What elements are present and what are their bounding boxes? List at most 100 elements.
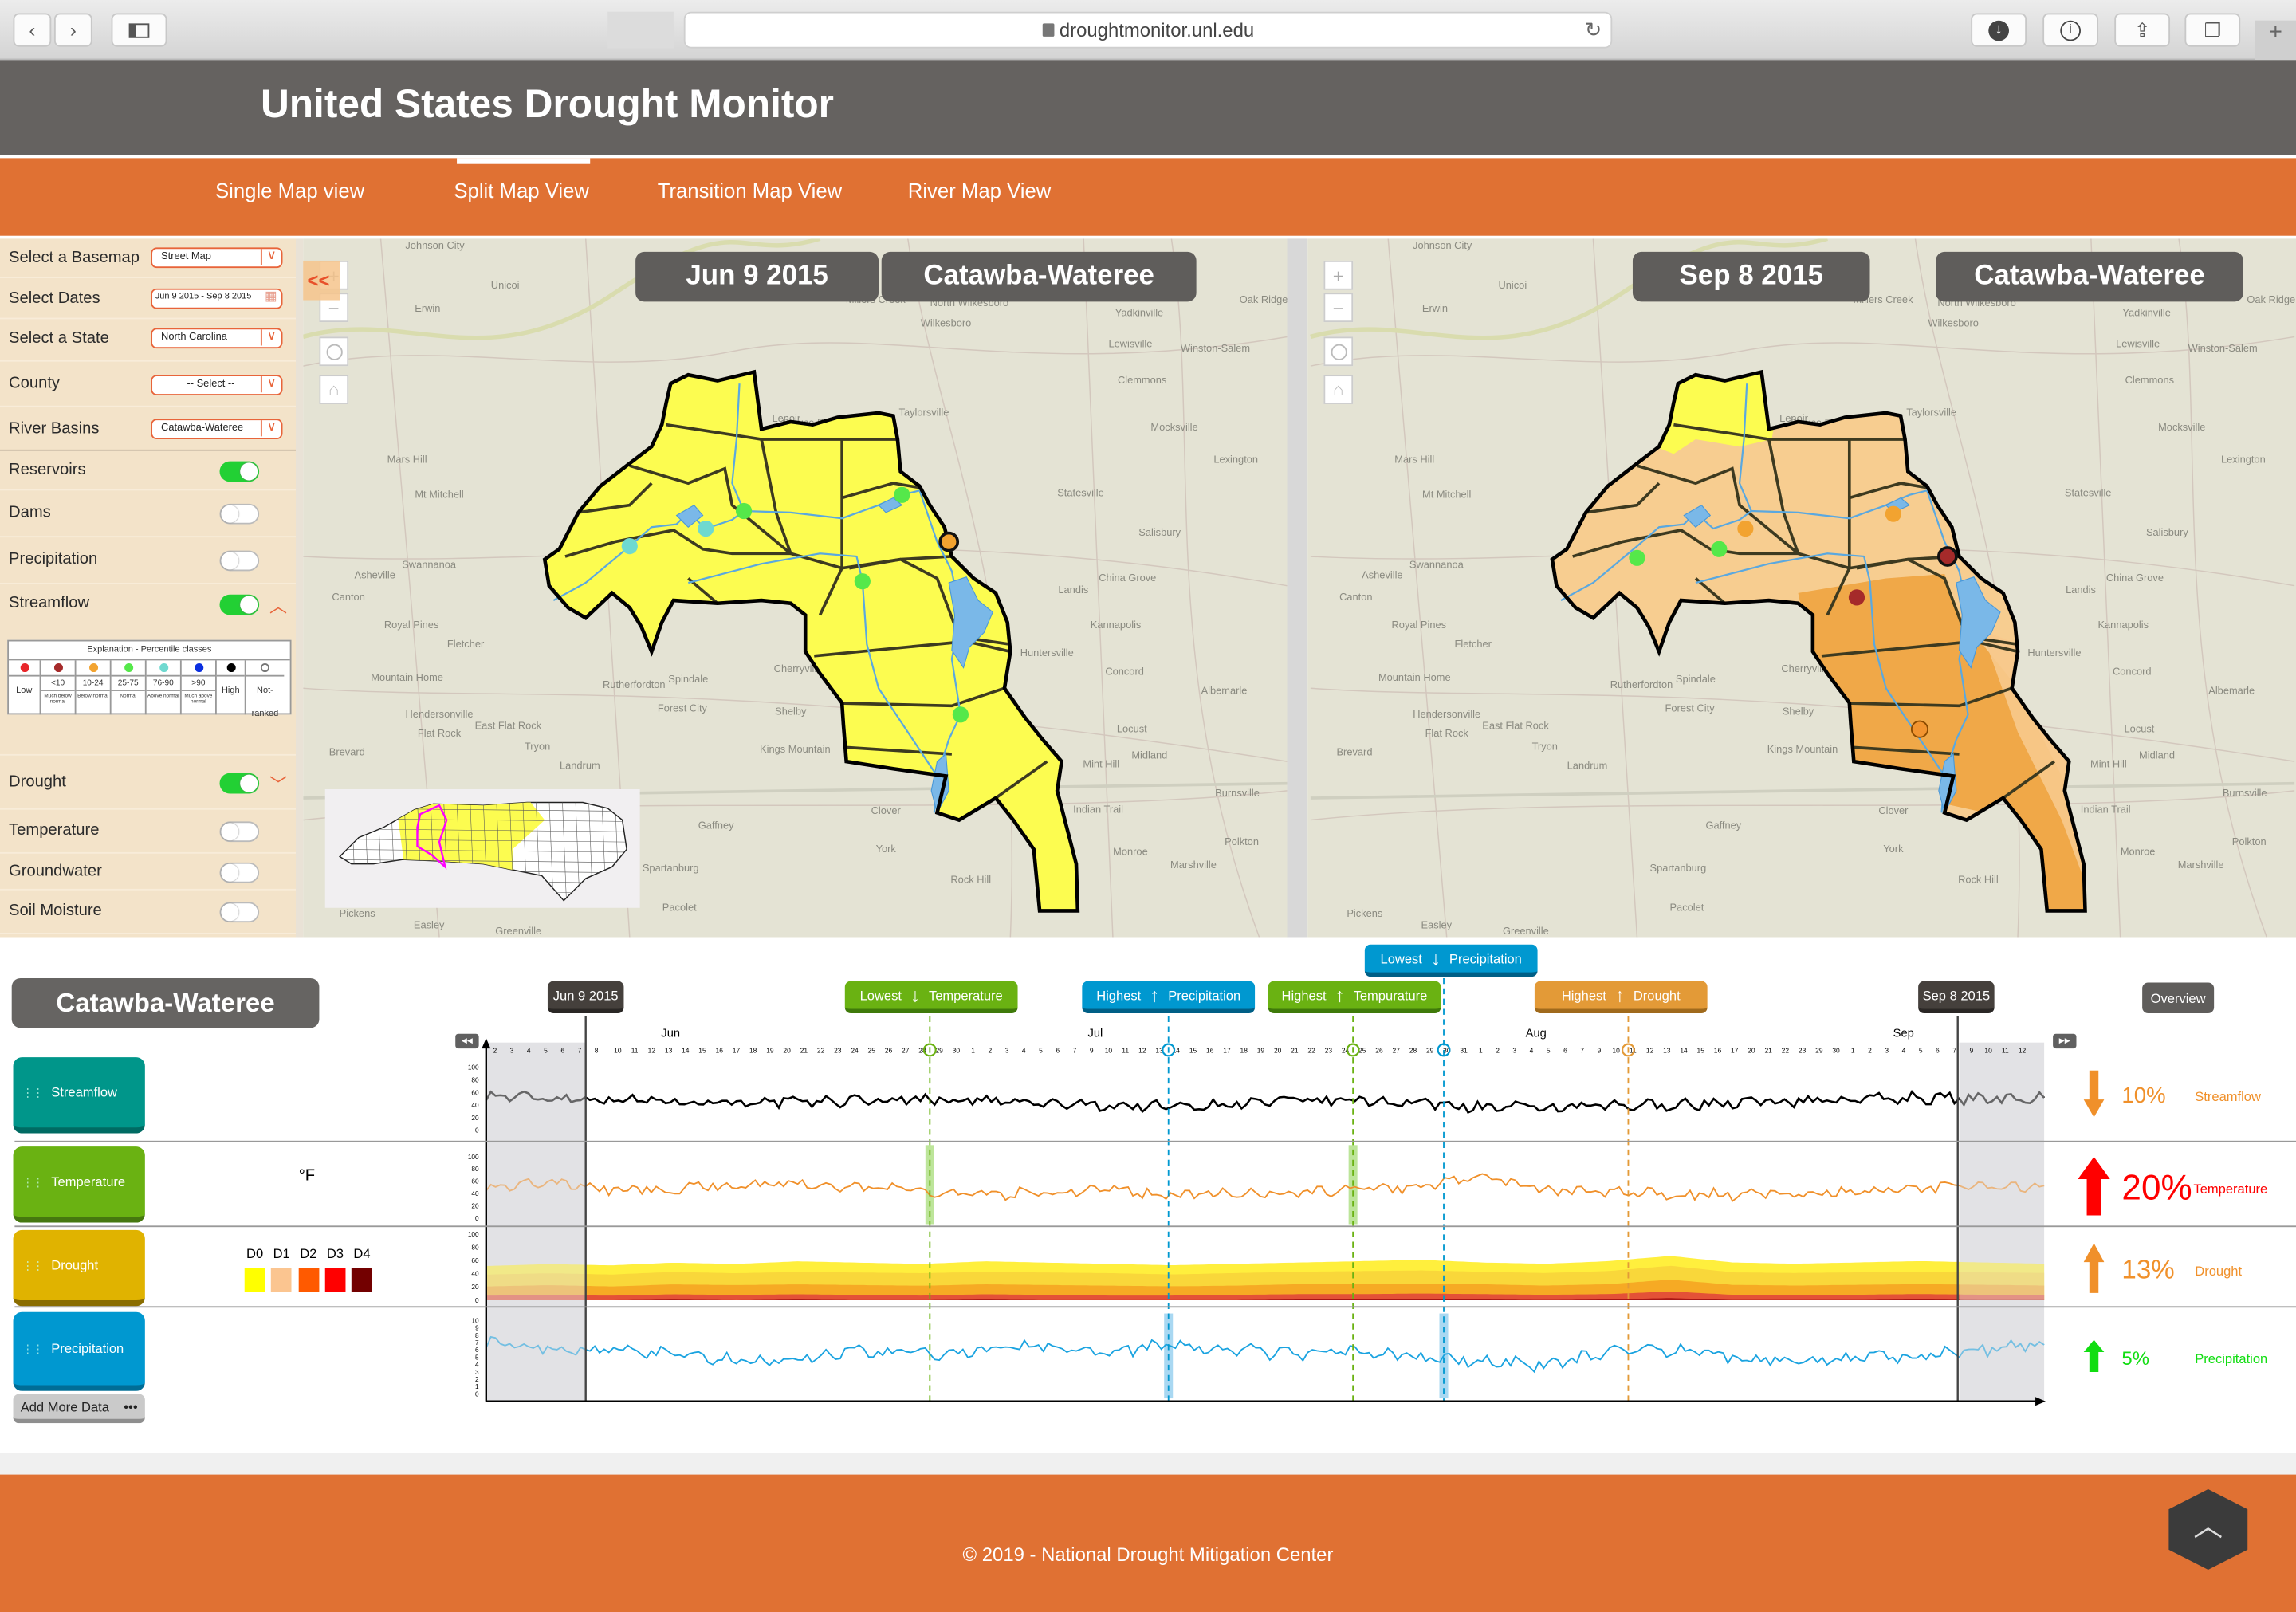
map-left[interactable]: Johnson City Unicoi Erwin Mars Hill Mt Mitch…	[303, 238, 1288, 938]
town-label: Wilkesboro	[1928, 317, 1979, 329]
map-date-label: Sep 8 2015	[1632, 251, 1870, 302]
new-tab-button[interactable]: +	[2255, 20, 2296, 61]
series-line-streamflow[interactable]	[485, 1090, 2046, 1115]
streamflow-gauge[interactable]	[1910, 720, 1928, 738]
town-label: Spindale	[668, 673, 708, 685]
streamflow-gauge[interactable]	[621, 538, 638, 555]
x-tick-label: 5	[1039, 1047, 1043, 1055]
streamflow-gauge[interactable]	[1737, 520, 1754, 537]
tab-transition-map-view[interactable]: Transition Map View	[658, 179, 843, 202]
month-label: Jul	[1087, 1027, 1103, 1040]
x-tick-label: 25	[868, 1047, 876, 1055]
rewind-button[interactable]: ◀◀	[455, 1033, 479, 1049]
collapse-sidebar-button[interactable]: <<	[303, 260, 340, 301]
layer-row-soil-moisture: Soil Moisture	[0, 891, 297, 934]
basemap-select[interactable]: Street Map ∨	[151, 247, 283, 269]
streamflow-gauge[interactable]	[1937, 546, 1958, 567]
x-tick-label: 15	[1189, 1047, 1197, 1055]
chevron-up-icon[interactable]: ︿	[269, 593, 287, 618]
river-basins-select[interactable]: Catawba-Wateree ∨	[151, 419, 283, 440]
layer-label: Precipitation	[9, 550, 98, 568]
range-end-tag[interactable]: Sep 8 2015	[1918, 981, 1995, 1014]
fast-forward-button[interactable]: ▶▶	[2053, 1033, 2077, 1049]
event-tag[interactable]: Highest ↑ Drought	[1534, 981, 1708, 1014]
map-right[interactable]: Johnson City Unicoi Erwin Mars Hill Mt Mitch…	[1307, 238, 2296, 938]
event-tag[interactable]: Lowest ↓ Precipitation	[1364, 944, 1538, 977]
layer-toggle[interactable]	[219, 821, 260, 843]
share-button[interactable]: ⇪	[2114, 13, 2171, 47]
state-border	[1310, 781, 2295, 800]
layer-toggle[interactable]	[219, 902, 260, 923]
legend-dot-icon	[226, 663, 235, 673]
y-tick-label: 60	[471, 1257, 479, 1264]
town-label: Unicoi	[491, 279, 520, 291]
layer-toggle[interactable]	[219, 460, 260, 482]
tab-single-map-view[interactable]: Single Map view	[215, 179, 364, 202]
streamflow-gauge[interactable]	[952, 706, 969, 723]
event-tag[interactable]: Highest ↑ Tempurature	[1268, 981, 1441, 1014]
locate-button[interactable]	[1323, 336, 1354, 367]
town-label: Flat Rock	[1425, 727, 1469, 739]
locate-button[interactable]	[319, 336, 349, 367]
state-minimap[interactable]	[324, 789, 640, 908]
event-tag[interactable]: Lowest ↓ Temperature	[844, 981, 1018, 1014]
downloads-button[interactable]: ↓	[1971, 13, 2027, 47]
timeline-panel: Catawba-Wateree ⋮⋮ Streamflow ⋮⋮ Temperatur…	[0, 940, 2296, 1453]
y-tick-label: 100	[468, 1231, 479, 1238]
town-label: Brevard	[1336, 746, 1372, 758]
y-tick-label: 1	[475, 1383, 479, 1390]
zoom-out-button[interactable]: −	[1323, 293, 1354, 323]
layer-toggle[interactable]	[219, 550, 260, 572]
streamflow-gauge[interactable]	[698, 520, 714, 537]
overview-button[interactable]: Overview	[2142, 982, 2215, 1014]
dates-input[interactable]: Jun 9 2015 - Sep 8 2015 ▦	[151, 288, 283, 309]
event-extreme: Highest	[1281, 987, 1327, 1003]
tab-river-map-view[interactable]: River Map View	[908, 179, 1052, 202]
layer-toggle[interactable]	[219, 861, 260, 883]
forward-button[interactable]: ›	[53, 13, 92, 47]
layer-toggle[interactable]	[219, 594, 260, 615]
streamflow-gauge[interactable]	[938, 531, 960, 552]
town-label: Fletcher	[1455, 638, 1492, 650]
layer-toggle[interactable]	[219, 772, 260, 793]
basemap[interactable]: Johnson City Unicoi Erwin Mars Hill Mt Mitch…	[1307, 238, 2296, 938]
streamflow-gauge[interactable]	[735, 502, 753, 520]
state-select[interactable]: North Carolina ∨	[151, 328, 283, 349]
tabs-button[interactable]: ❐	[2184, 13, 2241, 47]
zoom-in-button[interactable]: +	[1323, 260, 1354, 290]
back-button[interactable]: ‹	[13, 13, 52, 47]
home-button[interactable]: ⌂	[319, 375, 349, 404]
info-button[interactable]: i	[2042, 13, 2099, 47]
layer-toggle[interactable]	[219, 503, 260, 525]
town-label: Kannapolis	[1091, 619, 1142, 631]
chevron-down-icon[interactable]: ﹀	[269, 771, 287, 796]
range-start-tag[interactable]: Jun 9 2015	[547, 981, 624, 1014]
legend-dot-icon	[53, 663, 63, 673]
toggle-knob	[221, 903, 239, 922]
town-label: Shelby	[775, 705, 807, 717]
lock-icon	[1041, 23, 1054, 37]
streamflow-gauge[interactable]	[1711, 541, 1728, 557]
county-select[interactable]: -- Select -- ∨	[151, 375, 283, 395]
basemap[interactable]: Johnson City Unicoi Erwin Mars Hill Mt Mitch…	[303, 238, 1288, 938]
series-line-temperature[interactable]	[486, 1173, 2045, 1202]
streamflow-gauge[interactable]	[1629, 549, 1645, 566]
y-tick-label: 80	[471, 1244, 479, 1252]
home-button[interactable]: ⌂	[1323, 375, 1354, 404]
tab-split-map-view[interactable]: Split Map View	[454, 179, 589, 202]
sidebar-toggle-button[interactable]	[111, 13, 167, 47]
streamflow-gauge[interactable]	[1848, 589, 1866, 606]
event-tag[interactable]: Highest ↑ Precipitation	[1082, 981, 1256, 1014]
town-label: Clemmons	[1118, 374, 1166, 386]
calendar-icon[interactable]: ▦	[261, 289, 281, 306]
address-bar[interactable]: droughtmonitor.unl.edu ↻	[683, 11, 1613, 49]
series-line-precipitation[interactable]	[485, 1335, 2045, 1374]
streamflow-gauge[interactable]	[854, 573, 871, 590]
map-splitter[interactable]	[1287, 238, 1308, 938]
range-start-label: Jun 9 2015	[552, 987, 619, 1003]
x-tick-label: 4	[1902, 1047, 1906, 1055]
timeline-chart[interactable]: 1008060402001008060402001008060402001098…	[0, 940, 2296, 1453]
reload-icon[interactable]: ↻	[1585, 18, 1602, 42]
streamflow-gauge[interactable]	[1885, 505, 1902, 522]
streamflow-gauge[interactable]	[894, 486, 910, 503]
